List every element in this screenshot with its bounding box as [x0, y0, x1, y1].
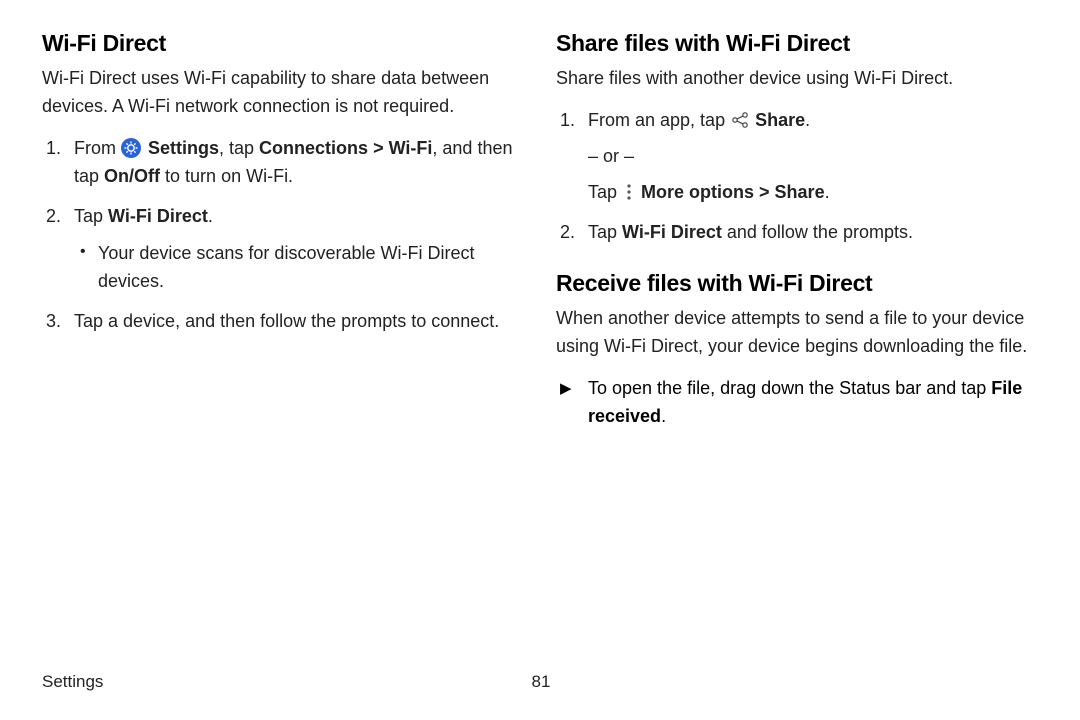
sub-bullet: Your device scans for discoverable Wi-Fi…: [74, 240, 526, 296]
text: .: [661, 406, 666, 426]
share-intro-text: Share files with another device using Wi…: [556, 65, 1040, 93]
step-2: 2. Tap Wi-Fi Direct. Your device scans f…: [42, 203, 526, 297]
left-column: Wi-Fi Direct Wi-Fi Direct uses Wi-Fi cap…: [42, 30, 526, 431]
alt-instruction: Tap More options > Share.: [588, 179, 1040, 207]
steps-list: 1. From Settings, tap Connections > Wi-F…: [42, 135, 526, 336]
share-step-2: 2. Tap Wi-Fi Direct and follow the promp…: [556, 219, 1040, 247]
or-divider: – or –: [588, 143, 1040, 171]
wifi-direct-label: Wi-Fi Direct: [108, 206, 208, 226]
text: .: [208, 206, 213, 226]
text: To open the file, drag down the Status b…: [588, 378, 991, 398]
share-step-1: 1. From an app, tap Share. – or – Tap Mo…: [556, 107, 1040, 207]
text: Tap: [588, 182, 622, 202]
page-number: 81: [532, 672, 551, 692]
heading-receive-files: Receive files with Wi-Fi Direct: [556, 270, 1040, 297]
share-label: Share: [750, 110, 805, 130]
step-3: 3. Tap a device, and then follow the pro…: [42, 308, 526, 336]
separator: >: [754, 182, 775, 202]
heading-share-files: Share files with Wi-Fi Direct: [556, 30, 1040, 57]
arrow-icon: ▶: [560, 377, 572, 400]
heading-wifi-direct: Wi-Fi Direct: [42, 30, 526, 57]
text: Tap: [74, 206, 108, 226]
step-number: 2.: [560, 219, 575, 247]
text: Tap a device, and then follow the prompt…: [74, 311, 499, 331]
share-icon: [731, 110, 749, 128]
footer-section: Settings: [42, 672, 103, 691]
page-footer: Settings 81: [42, 672, 1040, 692]
text: From: [74, 138, 121, 158]
step-1: 1. From Settings, tap Connections > Wi-F…: [42, 135, 526, 191]
connections-label: Connections: [259, 138, 368, 158]
receive-step: ▶ To open the file, drag down the Status…: [556, 375, 1040, 431]
text: From an app, tap: [588, 110, 730, 130]
more-options-icon: [623, 182, 635, 200]
step-number: 2.: [46, 203, 61, 231]
separator: >: [368, 138, 389, 158]
onoff-label: On/Off: [104, 166, 160, 186]
text: and follow the prompts.: [722, 222, 913, 242]
settings-icon: [121, 138, 141, 158]
text: .: [805, 110, 810, 130]
more-options-label: More options: [636, 182, 754, 202]
wifi-label: Wi-Fi: [389, 138, 433, 158]
text: .: [825, 182, 830, 202]
receive-section: Receive files with Wi-Fi Direct When ano…: [556, 270, 1040, 431]
intro-text: Wi-Fi Direct uses Wi-Fi capability to sh…: [42, 65, 526, 121]
text: Tap: [588, 222, 622, 242]
step-number: 3.: [46, 308, 61, 336]
receive-intro-text: When another device attempts to send a f…: [556, 305, 1040, 361]
share-steps-list: 1. From an app, tap Share. – or – Tap Mo…: [556, 107, 1040, 247]
text: to turn on Wi-Fi.: [160, 166, 293, 186]
share-label-2: Share: [775, 182, 825, 202]
settings-label: Settings: [143, 138, 219, 158]
text: , tap: [219, 138, 259, 158]
wifi-direct-label: Wi-Fi Direct: [622, 222, 722, 242]
right-column: Share files with Wi-Fi Direct Share file…: [556, 30, 1040, 431]
step-number: 1.: [46, 135, 61, 163]
step-number: 1.: [560, 107, 575, 135]
